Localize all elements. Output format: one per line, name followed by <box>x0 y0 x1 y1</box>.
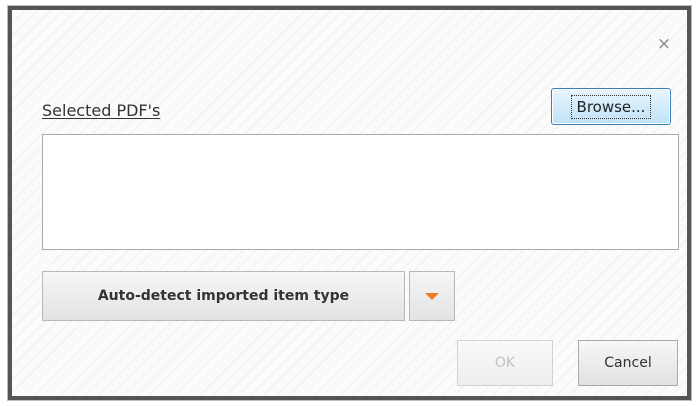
caret-down-icon <box>425 292 439 300</box>
cancel-button[interactable]: Cancel <box>578 340 678 386</box>
browse-button-label: Browse... <box>570 94 652 119</box>
import-pdf-dialog: × Selected PDF's Browse... Auto-detect i… <box>8 6 691 400</box>
close-button[interactable]: × <box>652 32 676 56</box>
selected-pdfs-list[interactable] <box>42 134 679 250</box>
import-type-label: Auto-detect imported item type <box>97 288 350 304</box>
import-type-dropdown-button[interactable] <box>409 271 455 321</box>
cancel-button-label: Cancel <box>604 355 652 371</box>
ok-button[interactable]: OK <box>457 340 553 386</box>
close-icon: × <box>656 33 672 54</box>
selected-pdfs-label: Selected PDF's <box>42 101 161 120</box>
ok-button-label: OK <box>494 355 516 371</box>
browse-button[interactable]: Browse... <box>551 88 671 125</box>
import-type-button[interactable]: Auto-detect imported item type <box>42 271 405 321</box>
